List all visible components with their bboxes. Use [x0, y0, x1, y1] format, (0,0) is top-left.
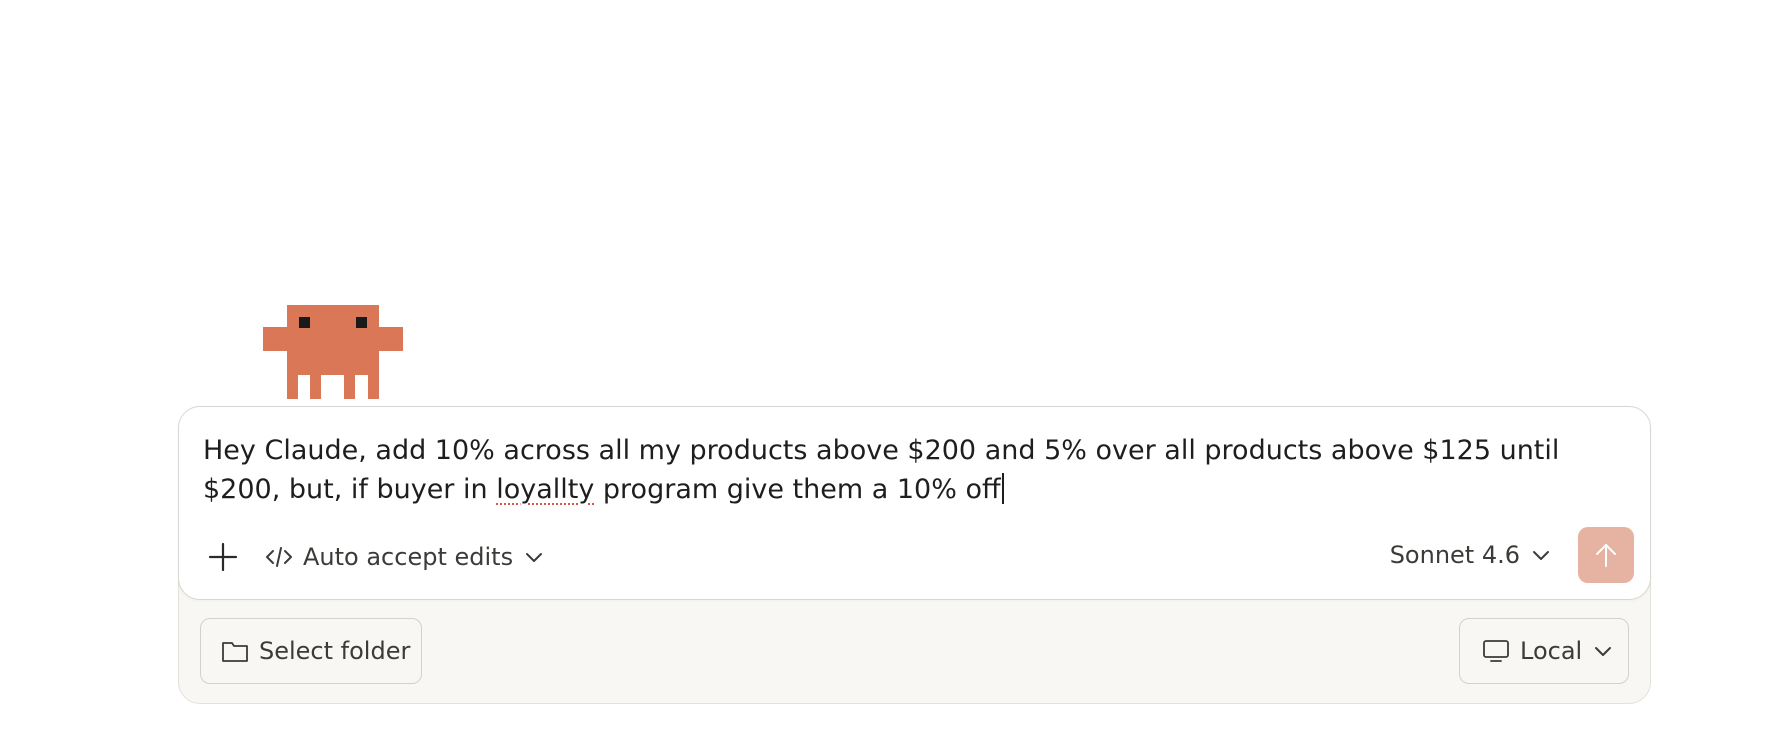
mascot-icon — [263, 305, 403, 399]
folder-icon — [221, 639, 249, 663]
mode-selector[interactable]: Auto accept edits — [265, 537, 543, 577]
environment-selector[interactable]: Local — [1459, 618, 1629, 684]
code-icon — [265, 545, 293, 569]
chevron-down-icon — [1532, 549, 1550, 561]
arrow-up-icon — [1596, 544, 1616, 567]
prompt-composer[interactable]: Hey Claude, add 10% across all my produc… — [178, 406, 1651, 600]
plus-icon — [208, 542, 238, 572]
mascot-left-eye — [299, 317, 310, 328]
mascot-right-eye — [356, 317, 367, 328]
misspelled-word[interactable]: loyallty — [496, 474, 594, 505]
select-folder-button[interactable]: Select folder — [200, 618, 422, 684]
monitor-icon — [1482, 639, 1510, 663]
chevron-down-icon — [525, 551, 543, 563]
add-attachment-button[interactable] — [203, 537, 243, 577]
app-canvas: Hey Claude, add 10% across all my produc… — [0, 0, 1788, 744]
prompt-input[interactable]: Hey Claude, add 10% across all my produc… — [203, 431, 1633, 509]
text-caret — [1001, 473, 1004, 504]
mode-label: Auto accept edits — [303, 543, 514, 571]
model-selector[interactable]: Sonnet 4.6 — [1390, 541, 1550, 569]
model-label: Sonnet 4.6 — [1389, 541, 1520, 569]
composer-toolbar-left: Auto accept edits — [203, 535, 543, 579]
select-folder-label: Select folder — [259, 637, 411, 665]
send-button[interactable] — [1578, 527, 1634, 583]
composer-toolbar-right: Sonnet 4.6 — [1390, 527, 1634, 583]
prompt-text-end: program give them a 10% off — [594, 474, 1001, 505]
environment-label: Local — [1520, 637, 1583, 665]
chevron-down-icon — [1594, 645, 1612, 657]
